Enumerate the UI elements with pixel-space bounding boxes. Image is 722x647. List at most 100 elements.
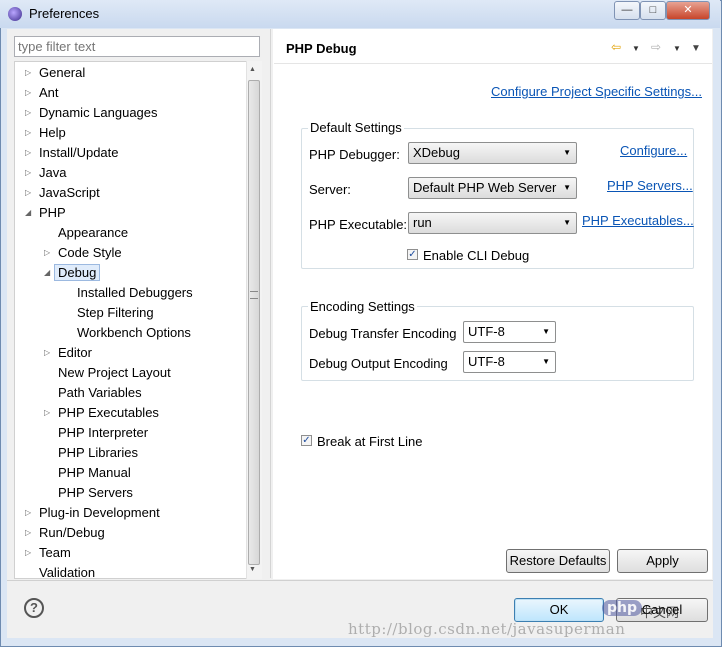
expand-arrow-icon[interactable]: ▷: [25, 123, 35, 143]
encoding-settings-title: Encoding Settings: [308, 299, 417, 314]
server-select[interactable]: Default PHP Web Server ▼: [408, 177, 577, 199]
debug-transfer-encoding-label: Debug Transfer Encoding: [309, 326, 457, 341]
tree-item[interactable]: ▷ Help: [25, 123, 66, 143]
expand-arrow-icon[interactable]: ▷: [25, 63, 35, 83]
tree-item-label: Dynamic Languages: [39, 105, 158, 120]
tree-item-label: Install/Update: [39, 145, 119, 160]
back-dropdown-icon[interactable]: ▼: [632, 44, 640, 53]
expand-arrow-icon[interactable]: ▷: [25, 83, 35, 103]
tree-item[interactable]: PHP Libraries: [58, 443, 138, 463]
tree-item[interactable]: ▷ JavaScript: [25, 183, 100, 203]
tree-item[interactable]: New Project Layout: [58, 363, 171, 383]
configure-project-settings-link[interactable]: Configure Project Specific Settings...: [491, 84, 702, 99]
chevron-down-icon: ▼: [563, 218, 571, 227]
break-at-first-line-checkbox[interactable]: ✓: [301, 435, 312, 446]
tree-item[interactable]: PHP Manual: [58, 463, 131, 483]
header-separator: [274, 63, 712, 64]
close-button[interactable]: ✕: [666, 1, 710, 20]
chevron-down-icon: ▼: [563, 183, 571, 192]
tree-item-label: JavaScript: [39, 185, 100, 200]
php-servers-link[interactable]: PHP Servers...: [607, 178, 693, 193]
expand-arrow-icon[interactable]: ▷: [25, 523, 35, 543]
tree-item[interactable]: ◢ Debug: [44, 263, 101, 283]
ok-button[interactable]: OK: [514, 598, 604, 622]
debug-transfer-encoding-value: UTF-8: [468, 324, 505, 339]
tree-item[interactable]: ▷ Plug-in Development: [25, 503, 160, 523]
tree-item-label: Team: [39, 545, 71, 560]
tree-item[interactable]: ▷ Code Style: [44, 243, 122, 263]
expand-arrow-icon[interactable]: ▷: [44, 243, 54, 263]
debug-transfer-encoding-select[interactable]: UTF-8 ▼: [463, 321, 556, 343]
window-title: Preferences: [29, 6, 100, 21]
tree-item-label: Run/Debug: [39, 525, 105, 540]
tree-item[interactable]: ▷ Team: [25, 543, 71, 563]
view-menu-icon[interactable]: ▼: [691, 43, 701, 54]
filter-input[interactable]: [14, 36, 260, 57]
chevron-down-icon: ▼: [542, 357, 550, 366]
php-debugger-select[interactable]: XDebug ▼: [408, 142, 577, 164]
eclipse-icon: [8, 7, 22, 21]
preference-tree[interactable]: ▷ General ▷ Ant ▷ Dynamic Languages ▷ Help ▷ Inst…: [14, 61, 262, 579]
expand-arrow-icon[interactable]: ▷: [25, 543, 35, 563]
chevron-down-icon: ▼: [542, 327, 550, 336]
tree-item-label: Help: [39, 125, 66, 140]
tree-item[interactable]: ▷ General: [25, 63, 85, 83]
collapse-arrow-icon[interactable]: ◢: [25, 203, 35, 223]
tree-item-label: Code Style: [58, 245, 122, 260]
tree-item[interactable]: Step Filtering: [77, 303, 154, 323]
minimize-button[interactable]: —: [614, 1, 640, 20]
tree-item-label: Appearance: [58, 225, 129, 240]
page-title: PHP Debug: [286, 41, 357, 56]
tree-item[interactable]: Path Variables: [58, 383, 142, 403]
expand-arrow-icon[interactable]: ▷: [25, 183, 35, 203]
forward-dropdown-icon[interactable]: ▼: [673, 44, 681, 53]
tree-item-label: PHP Executables: [58, 405, 159, 420]
tree-item[interactable]: ▷ Java: [25, 163, 66, 183]
scrollbar-thumb[interactable]: [248, 80, 260, 565]
help-icon[interactable]: ?: [24, 598, 44, 618]
chevron-down-icon: ▼: [563, 148, 571, 157]
expand-arrow-icon[interactable]: ▷: [44, 403, 54, 423]
tree-item-label: Workbench Options: [77, 325, 191, 340]
tree-item[interactable]: ▷ Dynamic Languages: [25, 103, 158, 123]
tree-item[interactable]: ▷ PHP Executables: [44, 403, 159, 423]
tree-item[interactable]: ▷ Editor: [44, 343, 92, 363]
tree-item[interactable]: ▷ Install/Update: [25, 143, 119, 163]
tree-item[interactable]: ◢ PHP: [25, 203, 66, 223]
server-value: Default PHP Web Server: [413, 180, 557, 195]
scroll-down-arrow[interactable]: ▼: [249, 566, 256, 573]
php-executable-select[interactable]: run ▼: [408, 212, 577, 234]
php-executables-link[interactable]: PHP Executables...: [582, 213, 694, 228]
debug-output-encoding-value: UTF-8: [468, 354, 505, 369]
debug-output-encoding-select[interactable]: UTF-8 ▼: [463, 351, 556, 373]
apply-button[interactable]: Apply: [617, 549, 708, 573]
enable-cli-debug-checkbox[interactable]: ✓: [407, 249, 418, 260]
maximize-button[interactable]: □: [640, 1, 666, 20]
expand-arrow-icon[interactable]: ▷: [25, 103, 35, 123]
tree-item[interactable]: Installed Debuggers: [77, 283, 193, 303]
tree-item[interactable]: Appearance: [58, 223, 128, 243]
footer-separator: [7, 580, 713, 581]
tree-item-label: New Project Layout: [58, 365, 171, 380]
default-settings-title: Default Settings: [308, 120, 404, 135]
tree-item-label: PHP: [39, 205, 66, 220]
back-arrow-icon[interactable]: ⇦: [611, 40, 621, 54]
watermark-zh-text: 中文网: [640, 605, 680, 620]
restore-defaults-button[interactable]: Restore Defaults: [506, 549, 610, 573]
expand-arrow-icon[interactable]: ▷: [25, 163, 35, 183]
tree-item[interactable]: Workbench Options: [77, 323, 191, 343]
collapse-arrow-icon[interactable]: ◢: [44, 263, 54, 283]
tree-item[interactable]: ▷ Run/Debug: [25, 523, 105, 543]
expand-arrow-icon[interactable]: ▷: [44, 343, 54, 363]
tree-item[interactable]: PHP Interpreter: [58, 423, 148, 443]
forward-arrow-icon[interactable]: ⇨: [651, 40, 661, 54]
scroll-up-arrow[interactable]: ▲: [249, 66, 256, 73]
tree-item[interactable]: PHP Servers: [58, 483, 133, 503]
expand-arrow-icon[interactable]: ▷: [25, 143, 35, 163]
expand-arrow-icon[interactable]: ▷: [25, 503, 35, 523]
tree-item[interactable]: Validation: [39, 563, 95, 578]
panel-divider[interactable]: [270, 29, 271, 578]
tree-item[interactable]: ▷ Ant: [25, 83, 59, 103]
tree-item-label: Editor: [58, 345, 92, 360]
configure-debugger-link[interactable]: Configure...: [620, 143, 687, 158]
